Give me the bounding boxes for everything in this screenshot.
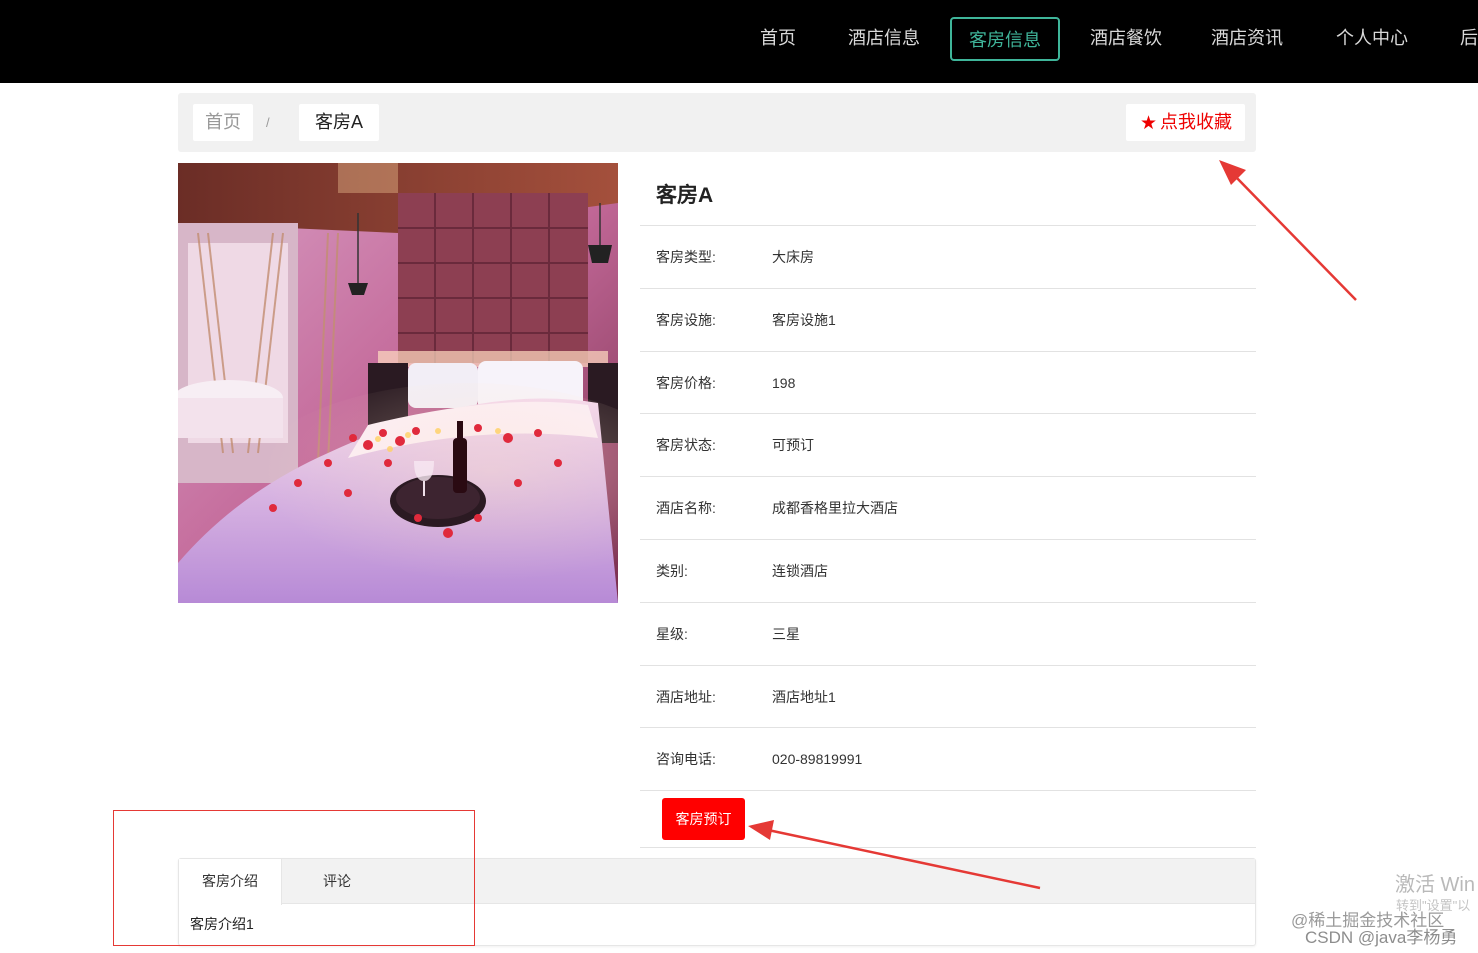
info-row-room-type: 客房类型: 大床房	[640, 226, 1256, 289]
info-row-hotel-name: 酒店名称: 成都香格里拉大酒店	[640, 477, 1256, 540]
info-row-star-level: 星级: 三星	[640, 603, 1256, 666]
field-value: 三星	[772, 625, 800, 642]
room-title: 客房A	[640, 163, 1256, 226]
tab-header: 客房介绍 评论	[179, 859, 1255, 905]
field-value: 大床房	[772, 249, 814, 265]
nav-item-home[interactable]: 首页	[750, 17, 806, 61]
info-row-hotel-address: 酒店地址: 酒店地址1	[640, 666, 1256, 729]
field-value: 连锁酒店	[772, 562, 828, 579]
field-value: 020-89819991	[772, 751, 863, 768]
breadcrumb-separator: /	[266, 115, 270, 130]
info-row-category: 类别: 连锁酒店	[640, 540, 1256, 603]
field-value: 198	[772, 374, 796, 391]
info-row-phone: 咨询电话: 020-89819991	[640, 728, 1256, 792]
field-label: 星级:	[656, 625, 688, 642]
favorite-label: 点我收藏	[1160, 112, 1232, 132]
windows-activation-subtext: 转到"设置"以	[1396, 898, 1471, 913]
csdn-watermark: CSDN @java李杨勇	[1305, 928, 1458, 947]
field-label: 客房状态:	[656, 437, 716, 454]
field-label: 客房类型:	[656, 249, 716, 265]
info-row-room-status: 客房状态: 可预订	[640, 414, 1256, 478]
star-icon: ★	[1139, 113, 1157, 134]
breadcrumb: 首页 / 客房A ★ 点我收藏	[178, 93, 1256, 152]
field-label: 咨询电话:	[656, 751, 716, 768]
detail-tabs: 客房介绍 评论 客房介绍1	[178, 858, 1256, 946]
windows-activation-watermark: 激活 Win	[1395, 874, 1475, 896]
nav-item-hotel-dining[interactable]: 酒店餐饮	[1085, 17, 1167, 61]
field-value: 成都香格里拉大酒店	[772, 500, 898, 517]
field-value: 客房设施1	[772, 311, 836, 328]
field-label: 类别:	[656, 562, 688, 579]
info-row-room-price: 客房价格: 198	[640, 352, 1256, 415]
nav-item-hotel-news[interactable]: 酒店资讯	[1206, 17, 1288, 61]
field-label: 客房价格:	[656, 374, 716, 391]
nav-item-room-info[interactable]: 客房信息	[950, 17, 1060, 61]
book-row: 客房预订	[640, 791, 1256, 849]
tab-content: 客房介绍1	[190, 916, 254, 932]
room-details: 客房A 客房类型: 大床房 客房设施: 客房设施1 客房价格: 198 客房状态…	[640, 163, 1256, 849]
tab-room-intro[interactable]: 客房介绍	[179, 859, 282, 905]
field-label: 酒店名称:	[656, 500, 716, 517]
nav-item-personal-center[interactable]: 个人中心	[1331, 17, 1413, 61]
field-label: 客房设施:	[656, 311, 716, 328]
nav-item-hotel-info[interactable]: 酒店信息	[843, 17, 925, 61]
tab-comments[interactable]: 评论	[282, 859, 392, 904]
favorite-button[interactable]: ★ 点我收藏	[1125, 104, 1245, 141]
info-row-room-facilities: 客房设施: 客房设施1	[640, 289, 1256, 352]
field-value: 酒店地址1	[772, 688, 836, 705]
book-room-button[interactable]: 客房预订	[662, 798, 745, 841]
room-photo	[178, 163, 618, 603]
breadcrumb-current: 客房A	[299, 104, 380, 141]
top-nav: 首页 酒店信息 客房信息 酒店餐饮 酒店资讯 个人中心 后	[0, 0, 1478, 83]
breadcrumb-home-link[interactable]: 首页	[193, 104, 253, 141]
field-value: 可预订	[772, 437, 814, 454]
page: 首页 酒店信息 客房信息 酒店餐饮 酒店资讯 个人中心 后 首页 / 客房A ★…	[0, 0, 1478, 953]
site-watermark: @稀土掘金技术社区	[1291, 911, 1445, 930]
field-label: 酒店地址:	[656, 688, 716, 705]
nav-item-admin[interactable]: 后	[1460, 17, 1478, 61]
